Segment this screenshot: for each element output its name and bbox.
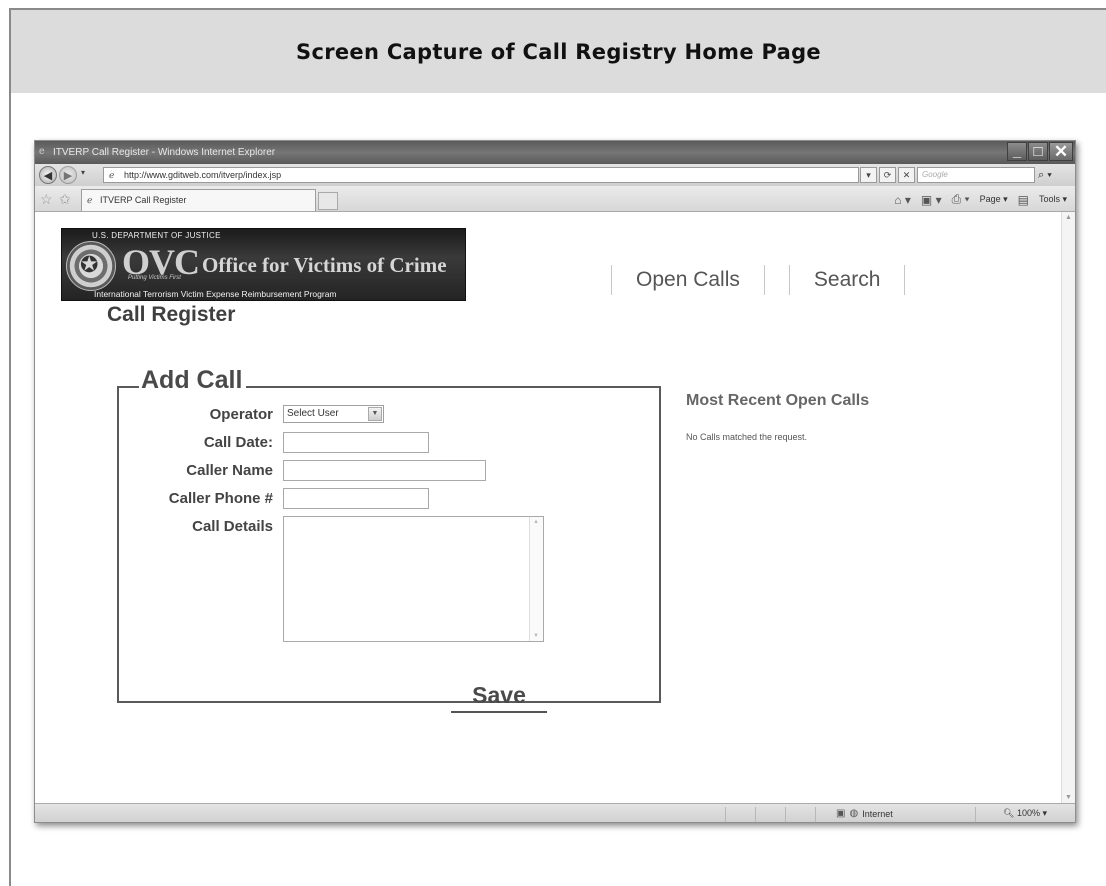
tab-page-icon: ℯ — [87, 195, 93, 205]
page-menu[interactable]: Page ▾ — [980, 194, 1008, 205]
browser-window: e ITVERP Call Register - Windows Interne… — [34, 140, 1076, 823]
tab-itverp-call-register[interactable]: ℯ ITVERP Call Register — [81, 189, 316, 211]
caller-phone-label: Caller Phone # — [168, 490, 273, 507]
caller-name-field[interactable] — [283, 460, 486, 481]
home-icon[interactable]: ⌂ ▾ — [894, 193, 911, 207]
url-input[interactable]: ℯ http://www.gditweb.com/itverp/index.js… — [103, 167, 859, 183]
nav-search[interactable]: Search — [790, 268, 905, 292]
search-button[interactable]: ⌕ ▾ — [1038, 167, 1064, 183]
scroll-up-icon: ▲ — [533, 519, 539, 525]
command-bar: ⌂ ▾ ▣ ▾ ⎙ ▾ Page ▾ ▤ Tools ▾ — [884, 192, 1067, 207]
search-input[interactable]: Google — [917, 167, 1035, 183]
page-icon: ℯ — [109, 170, 115, 180]
window-titlebar[interactable]: e ITVERP Call Register - Windows Interne… — [35, 141, 1075, 164]
doj-seal-icon: ✪ — [66, 241, 116, 291]
office-name: Office for Victims of Crime — [202, 253, 447, 277]
program-name: International Terrorism Victim Expense R… — [94, 289, 337, 299]
tab-label: ITVERP Call Register — [100, 195, 187, 205]
forward-button[interactable]: ▶ — [59, 166, 77, 184]
url-text: http://www.gditweb.com/itverp/index.jsp — [124, 170, 282, 180]
save-button[interactable]: Save — [451, 682, 547, 713]
caller-phone-field[interactable] — [283, 488, 429, 509]
page-title: Call Register — [107, 303, 236, 326]
back-arrow-icon: ◀ — [43, 169, 53, 182]
call-date-field[interactable] — [283, 432, 429, 453]
nav-divider — [904, 265, 906, 295]
chevron-down-icon: ▼ — [368, 407, 382, 421]
safety-icon[interactable]: ▤ — [1018, 193, 1029, 207]
nav-open-calls[interactable]: Open Calls — [612, 268, 764, 292]
window-title: ITVERP Call Register - Windows Internet … — [53, 147, 276, 158]
chevron-down-icon: ▾ — [1042, 808, 1048, 818]
forward-arrow-icon: ▶ — [63, 169, 73, 182]
minimize-button[interactable]: _ — [1007, 142, 1027, 161]
history-dropdown-icon[interactable]: ▾ — [81, 168, 85, 177]
scroll-up-icon: ▲ — [1065, 214, 1072, 221]
status-bar: ▣ ◍ Internet 🔍︎ 100% ▾ — [35, 803, 1075, 822]
zoom-control[interactable]: 🔍︎ 100% ▾ — [1003, 808, 1047, 819]
page-viewport: U.S. DEPARTMENT OF JUSTICE ✪ OVC Office … — [35, 212, 1063, 803]
banner-tagline: Putting Victims First — [128, 275, 181, 281]
zone-label: Internet — [862, 808, 893, 819]
window-controls: _ □ ✕ — [1006, 142, 1073, 161]
department-label: U.S. DEPARTMENT OF JUSTICE — [92, 231, 221, 240]
textarea-scrollbar[interactable]: ▲ ▼ — [529, 517, 543, 641]
operator-select[interactable]: Select User ▼ — [283, 405, 384, 423]
nav-divider — [763, 265, 765, 295]
internet-explorer-icon: e — [39, 146, 45, 157]
scroll-down-icon: ▼ — [533, 633, 539, 639]
feeds-icon[interactable]: ▣ ▾ — [921, 193, 942, 207]
globe-icon: ◍ — [849, 808, 859, 819]
zoom-level: 100% — [1016, 808, 1040, 818]
operator-label: Operator — [209, 406, 273, 423]
favorites-star-icon[interactable]: ☆ — [40, 191, 53, 208]
address-dropdown-button[interactable]: ▾ — [860, 167, 877, 183]
add-call-legend: Add Call — [139, 366, 247, 395]
security-zone[interactable]: ▣ ◍ Internet — [836, 808, 893, 819]
document-title: Screen Capture of Call Registry Home Pag… — [296, 39, 821, 64]
new-tab-button[interactable] — [318, 192, 338, 210]
refresh-button[interactable]: ⟳ — [879, 167, 896, 183]
print-icon[interactable]: ⎙ ▾ — [952, 192, 970, 207]
caller-name-label: Caller Name — [186, 462, 273, 479]
close-button[interactable]: ✕ — [1049, 142, 1073, 161]
address-bar: ◀ ▶ ▾ ℯ http://www.gditweb.com/itverp/in… — [35, 164, 1075, 186]
document-header: Screen Capture of Call Registry Home Pag… — [11, 10, 1106, 93]
call-date-label: Call Date: — [203, 434, 273, 451]
search-icon: ⌕ ▾ — [1038, 168, 1052, 181]
protected-mode-icon: ▣ — [836, 808, 846, 819]
address-controls: ▾ ⟳ ✕ — [860, 167, 917, 183]
top-navigation: Open Calls Search — [611, 263, 906, 297]
call-details-textarea[interactable]: ▲ ▼ — [283, 516, 544, 642]
page-scrollbar[interactable]: ▲ ▼ — [1061, 212, 1075, 803]
recent-calls-title: Most Recent Open Calls — [686, 392, 870, 409]
scroll-down-icon: ▼ — [1065, 794, 1072, 801]
tab-bar: ☆ ✩ ℯ ITVERP Call Register ⌂ ▾ ▣ ▾ ⎙ ▾ P… — [35, 186, 1075, 212]
back-button[interactable]: ◀ — [39, 166, 57, 184]
maximize-button[interactable]: □ — [1028, 142, 1048, 161]
ovc-banner[interactable]: U.S. DEPARTMENT OF JUSTICE ✪ OVC Office … — [61, 228, 466, 301]
recent-calls-empty-message: No Calls matched the request. — [686, 432, 808, 442]
zoom-icon: 🔍︎ — [1003, 808, 1015, 818]
tools-menu[interactable]: Tools ▾ — [1039, 194, 1067, 205]
call-details-label: Call Details — [192, 518, 273, 535]
add-favorites-icon[interactable]: ✩ — [59, 191, 71, 208]
operator-selected-value: Select User — [287, 408, 339, 419]
stop-button[interactable]: ✕ — [898, 167, 915, 183]
